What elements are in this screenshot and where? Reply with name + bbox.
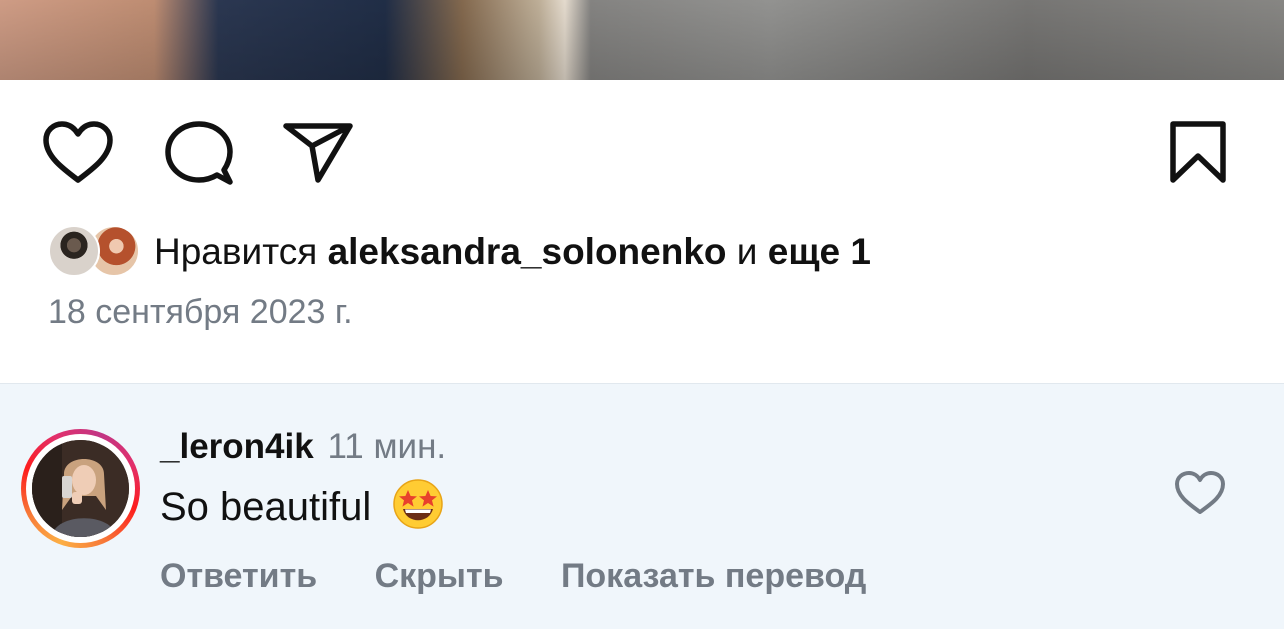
post-photo[interactable] bbox=[0, 0, 1284, 80]
likes-row[interactable]: Нравится aleksandra_solonenko и еще 1 bbox=[48, 224, 871, 280]
share-icon bbox=[283, 123, 353, 183]
reply-button[interactable]: Ответить bbox=[160, 557, 317, 595]
liker-avatars bbox=[48, 224, 144, 280]
post-date: 18 сентября 2023 г. bbox=[48, 293, 353, 331]
translate-button[interactable]: Показать перевод bbox=[561, 557, 866, 595]
share-button[interactable] bbox=[282, 120, 354, 184]
avatar bbox=[32, 440, 129, 537]
star-struck-emoji-icon bbox=[393, 479, 444, 529]
post-action-bar bbox=[0, 118, 1284, 190]
liker-avatar bbox=[48, 225, 100, 277]
heart-icon bbox=[1175, 471, 1225, 514]
comment-time: 11 мин. bbox=[327, 427, 447, 466]
comment-header: _leron4ik 11 мин. bbox=[160, 422, 446, 472]
comment-actions: Ответить Скрыть Показать перевод bbox=[160, 552, 914, 600]
likes-more[interactable]: еще 1 bbox=[768, 231, 871, 272]
heart-icon bbox=[43, 121, 113, 183]
story-ring[interactable] bbox=[21, 429, 140, 548]
likes-connector: и bbox=[736, 231, 758, 272]
comment-item: _leron4ik 11 мин. So beautiful Ответить … bbox=[0, 383, 1284, 629]
comment-icon bbox=[165, 121, 233, 185]
likes-prefix: Нравится bbox=[154, 231, 318, 272]
bookmark-button[interactable] bbox=[1168, 120, 1228, 186]
comment-text: So beautiful bbox=[160, 485, 372, 529]
comment-button[interactable] bbox=[164, 120, 234, 186]
likes-summary: Нравится aleksandra_solonenko и еще 1 bbox=[154, 224, 871, 280]
comment-body: So beautiful bbox=[160, 478, 444, 535]
avatar-image bbox=[32, 440, 129, 537]
liker-username[interactable]: aleksandra_solonenko bbox=[328, 231, 727, 272]
comment-username[interactable]: _leron4ik bbox=[160, 427, 314, 466]
like-button[interactable] bbox=[42, 120, 114, 184]
bookmark-icon bbox=[1170, 121, 1226, 183]
comment-like-button[interactable] bbox=[1174, 470, 1226, 521]
hide-button[interactable]: Скрыть bbox=[375, 557, 504, 595]
